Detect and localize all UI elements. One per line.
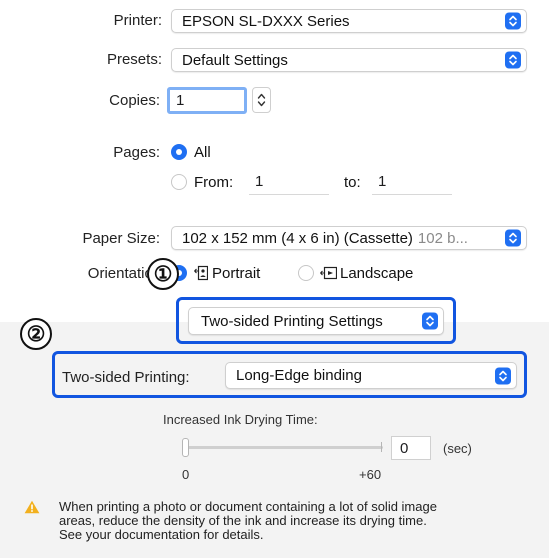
presets-label: Presets: — [106, 51, 162, 68]
printer-label: Printer: — [113, 12, 162, 29]
orientation-label: Orientatic — [87, 265, 152, 282]
drying-max-label: +60 — [359, 467, 382, 482]
portrait-icon — [194, 265, 209, 281]
pages-from-value: 1 — [255, 172, 264, 190]
copies-stepper[interactable] — [252, 87, 271, 113]
presets-popup[interactable]: Default Settings — [171, 48, 527, 72]
drying-slider-knob[interactable] — [182, 438, 189, 457]
drying-unit: (sec) — [443, 441, 472, 456]
pages-from-radio[interactable] — [171, 174, 187, 190]
orientation-landscape-radio[interactable] — [298, 265, 314, 281]
pages-to-label: to: — [344, 174, 361, 191]
pages-to-input[interactable]: 1 — [372, 168, 452, 195]
copies-input[interactable]: 1 — [167, 87, 247, 114]
orientation-landscape-label: Landscape — [340, 265, 414, 282]
pages-from-input[interactable]: 1 — [249, 168, 329, 195]
pages-to-value: 1 — [378, 172, 387, 190]
presets-value: Default Settings — [182, 51, 288, 69]
pages-all-radio[interactable] — [171, 144, 187, 160]
printer-popup[interactable]: EPSON SL-DXXX Series — [171, 9, 527, 33]
landscape-icon — [320, 266, 338, 280]
callout-number-2: ② — [20, 318, 52, 350]
paper-size-popup[interactable]: 102 x 152 mm (4 x 6 in) (Cassette) 102 b… — [171, 226, 527, 250]
paper-size-label: Paper Size: — [82, 230, 160, 247]
copies-value: 1 — [176, 92, 185, 109]
orientation-portrait-label: Portrait — [212, 265, 261, 282]
chevron-updown-icon — [505, 51, 521, 69]
printer-value: EPSON SL-DXXX Series — [182, 12, 350, 30]
pages-from-label: From: — [194, 174, 234, 191]
chevron-updown-icon — [505, 12, 521, 30]
warning-line-2: areas, reduce the density of the ink and… — [59, 513, 427, 528]
callout-box-1 — [176, 297, 456, 344]
callout-number-1: ① — [147, 258, 179, 290]
warning-triangle-icon — [24, 500, 40, 514]
pages-all-label: All — [194, 144, 211, 161]
warning-line-1: When printing a photo or document contai… — [59, 499, 437, 514]
drying-slider-tick-max — [381, 442, 382, 452]
warning-text: When printing a photo or document contai… — [59, 500, 437, 542]
drying-min-label: 0 — [182, 467, 190, 482]
chevron-updown-icon — [505, 229, 521, 247]
warning-line-3: See your documentation for details. — [59, 527, 264, 542]
paper-size-value: 102 x 152 mm (4 x 6 in) (Cassette) — [182, 229, 413, 247]
paper-size-suffix: 102 b... — [417, 229, 468, 247]
drying-value: 0 — [400, 439, 409, 457]
callout-box-2 — [52, 351, 527, 398]
drying-value-input[interactable]: 0 — [391, 436, 431, 460]
pages-label: Pages: — [113, 144, 160, 161]
drying-title: Increased Ink Drying Time: — [163, 412, 318, 427]
copies-label: Copies: — [109, 92, 160, 109]
drying-slider-track[interactable] — [185, 446, 383, 449]
stepper-arrows-icon — [257, 93, 266, 107]
